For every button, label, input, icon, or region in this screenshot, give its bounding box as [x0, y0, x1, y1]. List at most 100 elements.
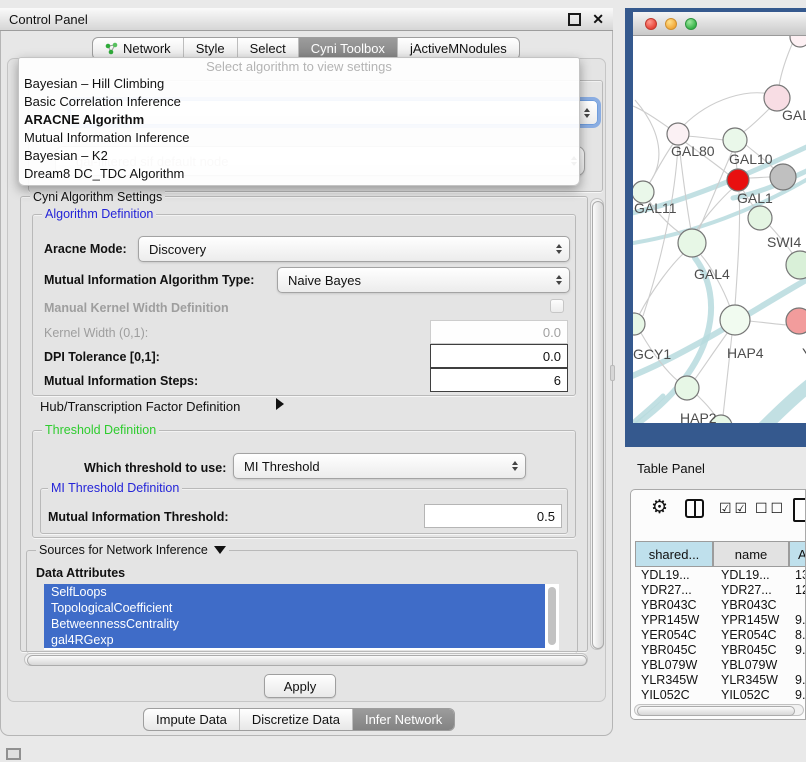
zoom-traffic-light[interactable] — [685, 18, 697, 30]
table-row[interactable]: YLR345W YLR345W 9. — [635, 672, 806, 687]
which-threshold-combo[interactable]: MI Threshold — [233, 453, 526, 479]
table-row[interactable]: YPR145W YPR145W 9. — [635, 612, 806, 627]
combo-arrows-icon — [584, 108, 590, 118]
dropdown-item[interactable]: Bayesian – K2 — [19, 147, 579, 165]
settings-vertical-scrollbar[interactable] — [590, 198, 604, 650]
settings-horizontal-scrollbar[interactable] — [24, 653, 588, 666]
network-window-titlebar[interactable] — [633, 12, 806, 36]
scrollbar-thumb[interactable] — [592, 201, 604, 649]
node-label: GAL10 — [729, 151, 773, 167]
network-node[interactable] — [790, 36, 806, 47]
network-node[interactable] — [786, 308, 806, 334]
column-header-name[interactable]: name — [713, 541, 789, 567]
float-window-icon[interactable] — [568, 13, 581, 26]
node-label: GAL80 — [671, 143, 715, 159]
tab-label: Network — [123, 41, 171, 56]
minimize-traffic-light[interactable] — [665, 18, 677, 30]
column-header-shared-name[interactable]: shared... — [635, 541, 713, 567]
dpi-tolerance-value: 0.0 — [543, 349, 561, 364]
threshold-definition-title: Threshold Definition — [42, 423, 159, 437]
table-row[interactable]: YBR043C YBR043C — [635, 597, 806, 612]
sources-title-text: Sources for Network Inference — [39, 543, 208, 557]
list-item[interactable]: BetweennessCentrality — [44, 616, 545, 632]
network-node[interactable] — [770, 164, 796, 190]
tab-label: Select — [250, 41, 286, 56]
table-row[interactable]: YIL052C YIL052C 9. — [635, 687, 806, 702]
scrollbar-thumb[interactable] — [637, 706, 795, 716]
column-header-label: A — [798, 547, 806, 562]
tab-style[interactable]: Style — [184, 38, 238, 59]
cell: 9. — [789, 643, 806, 657]
dropdown-item[interactable]: Mutual Information Inference — [19, 129, 579, 147]
column-selector-icon[interactable] — [685, 499, 704, 518]
sources-group-title[interactable]: Sources for Network Inference — [36, 543, 229, 557]
table-row[interactable]: YDL19... YDL19... 13 — [635, 567, 806, 582]
dpi-tolerance-field[interactable]: 0.0 — [430, 344, 568, 368]
close-icon[interactable]: ✕ — [592, 12, 604, 26]
data-attributes-list[interactable]: SelfLoops TopologicalCoefficient Between… — [44, 584, 559, 650]
table-row[interactable]: YER054C YER054C 8. — [635, 627, 806, 642]
dpi-tolerance-label: DPI Tolerance [0,1]: — [44, 350, 160, 364]
dropdown-item[interactable]: Dream8 DC_TDC Algorithm — [19, 165, 579, 183]
manual-kernel-checkbox[interactable] — [550, 299, 564, 313]
network-node-gal80[interactable] — [667, 123, 689, 145]
network-node-hap4[interactable] — [720, 305, 750, 335]
deselect-all-checkboxes-icon[interactable]: ☐☐ — [755, 501, 786, 515]
network-node-gcy1[interactable] — [633, 313, 645, 335]
hub-definition-expander-label[interactable]: Hub/Transcription Factor Definition — [40, 400, 240, 414]
kernel-width-value: 0.0 — [543, 325, 561, 340]
select-all-checkboxes-icon[interactable]: ☑☑ — [719, 501, 750, 515]
minimized-window-icon[interactable] — [6, 748, 21, 760]
tab-infer-network[interactable]: Infer Network — [353, 709, 454, 730]
mi-steps-field[interactable]: 6 — [430, 368, 568, 392]
network-node-gal4[interactable] — [678, 229, 706, 257]
tab-select[interactable]: Select — [238, 38, 299, 59]
network-node-hap2[interactable] — [675, 376, 699, 400]
tab-jactivemnodules[interactable]: jActiveMNodules — [398, 38, 519, 59]
tab-cyni-toolbox[interactable]: Cyni Toolbox — [299, 38, 398, 59]
tab-label: Style — [196, 41, 225, 56]
table-row[interactable]: YBR045C YBR045C 9. — [635, 642, 806, 657]
network-node-gal1-selected[interactable] — [727, 169, 749, 191]
scrollbar-thumb[interactable] — [27, 655, 587, 666]
network-node-swi4[interactable] — [748, 206, 772, 230]
dropdown-item-selected[interactable]: ARACNE Algorithm — [19, 111, 579, 129]
table-horizontal-scrollbar[interactable] — [634, 704, 804, 716]
table-row[interactable]: YBL079W YBL079W — [635, 657, 806, 672]
cell: YBR043C — [635, 598, 713, 612]
dropdown-item[interactable]: Bayesian – Hill Climbing — [19, 75, 579, 93]
cell: YIL052C — [635, 688, 713, 702]
collapse-down-icon[interactable] — [214, 546, 226, 554]
tab-impute-data[interactable]: Impute Data — [144, 709, 240, 730]
cell: 9. — [789, 673, 806, 687]
cell: YBR045C — [713, 643, 789, 657]
table-settings-gear-icon[interactable]: ⚙ — [651, 498, 668, 517]
expand-right-icon[interactable] — [276, 398, 284, 410]
close-traffic-light[interactable] — [645, 18, 657, 30]
column-header-label: name — [735, 547, 768, 562]
import-table-file-icon[interactable] — [793, 498, 806, 522]
list-scrollbar[interactable] — [548, 587, 556, 645]
tab-discretize-data[interactable]: Discretize Data — [240, 709, 353, 730]
kernel-width-field[interactable]: 0.0 — [430, 320, 568, 344]
column-header-clipped[interactable]: A — [789, 541, 806, 567]
splitter-grip[interactable] — [610, 365, 615, 381]
mi-threshold-field[interactable]: 0.5 — [424, 504, 562, 528]
list-item[interactable]: SelfLoops — [44, 584, 545, 600]
network-node-gal10[interactable] — [723, 128, 747, 152]
apply-button[interactable]: Apply — [264, 674, 336, 698]
network-node[interactable] — [786, 251, 806, 279]
cell: YDR27... — [713, 583, 789, 597]
dropdown-item[interactable]: Basic Correlation Inference — [19, 93, 579, 111]
aracne-mode-combo[interactable]: Discovery — [138, 236, 570, 262]
mi-type-combo[interactable]: Naive Bayes — [277, 267, 570, 293]
table-row[interactable]: YDR27... YDR27... 12 — [635, 582, 806, 597]
apply-button-label: Apply — [284, 679, 317, 694]
tab-network[interactable]: Network — [93, 38, 184, 59]
network-view-window: GAL GAL80 GAL10 GAL1 GAL11 SWI4 GAL4 GCY… — [625, 8, 806, 447]
list-item[interactable]: TopologicalCoefficient — [44, 600, 545, 616]
network-canvas[interactable]: GAL GAL80 GAL10 GAL1 GAL11 SWI4 GAL4 GCY… — [633, 36, 806, 423]
aracne-mode-label: Aracne Mode: — [44, 242, 127, 256]
control-panel-titlebar[interactable]: Control Panel ✕ — [0, 8, 613, 31]
list-item[interactable]: gal4RGexp — [44, 632, 545, 648]
